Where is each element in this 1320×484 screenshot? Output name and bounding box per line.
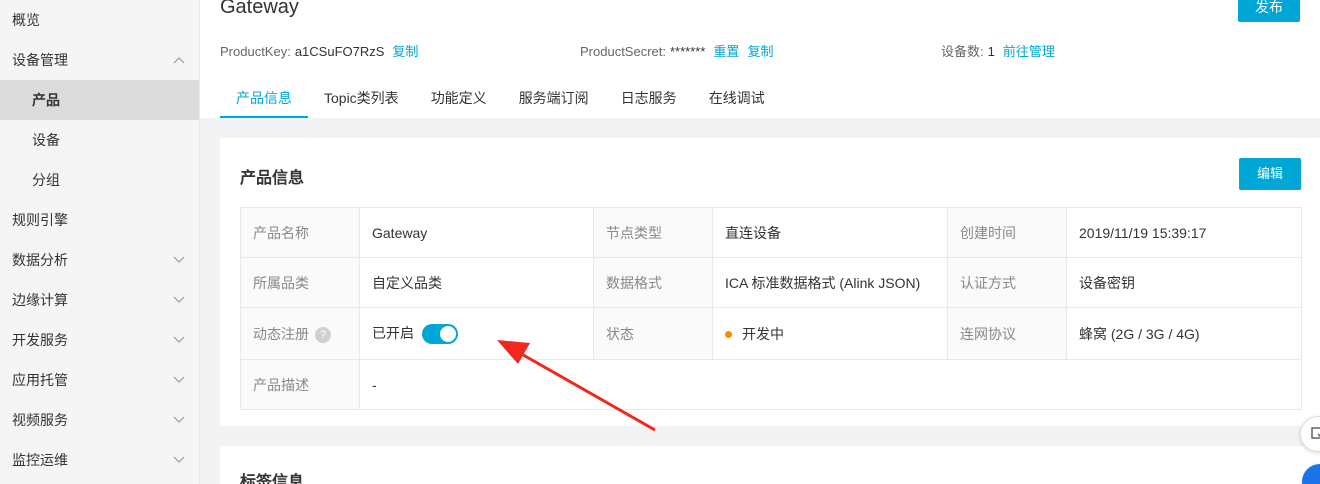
sidebar-item-dev-services[interactable]: 开发服务 bbox=[0, 320, 199, 360]
tab-log-service[interactable]: 日志服务 bbox=[605, 80, 693, 118]
device-count-value: 1 bbox=[987, 44, 995, 59]
sidebar-item-data-analysis[interactable]: 数据分析 bbox=[0, 240, 199, 280]
sidebar-item-product[interactable]: 产品 bbox=[0, 80, 199, 120]
sidebar-item-label: 监控运维 bbox=[12, 452, 68, 468]
device-count: 设备数: 1 前往管理 bbox=[941, 44, 1055, 60]
tab-function-definition[interactable]: 功能定义 bbox=[415, 80, 503, 118]
field-label: 动态注册 bbox=[253, 325, 309, 342]
device-count-label: 设备数: bbox=[941, 44, 984, 59]
sidebar-item-label: 数据分析 bbox=[12, 252, 68, 268]
main-content: Gateway 发布 ProductKey: a1CSuFO7RzS 复制 Prod… bbox=[200, 0, 1320, 484]
sidebar-item-label: 设备管理 bbox=[12, 52, 68, 68]
sidebar-item-label: 边缘计算 bbox=[12, 292, 68, 308]
field-label: 产品名称 bbox=[240, 207, 360, 258]
field-label: 所属品类 bbox=[240, 257, 360, 308]
publish-button[interactable]: 发布 bbox=[1238, 0, 1300, 22]
field-value: 已开启 bbox=[372, 324, 414, 341]
sidebar-item-overview[interactable]: 概览 bbox=[0, 0, 199, 40]
sidebar-item-video-services[interactable]: 视频服务 bbox=[0, 400, 199, 440]
sidebar-item-app-hosting[interactable]: 应用托管 bbox=[0, 360, 199, 400]
goto-manage-link[interactable]: 前往管理 bbox=[1003, 44, 1055, 59]
section-title: 标签信息 bbox=[240, 474, 305, 484]
field-label: 数据格式 bbox=[593, 257, 713, 308]
field-label-dynamic-registration: 动态注册? bbox=[240, 307, 360, 360]
sidebar: 概览 设备管理 产品 设备 分组 规则引擎 数据分析 边缘计算 开发服务 应用托… bbox=[0, 0, 200, 484]
chevron-down-icon bbox=[171, 280, 187, 320]
dynamic-registration-toggle[interactable] bbox=[422, 324, 458, 345]
reset-secret-link[interactable]: 重置 bbox=[713, 44, 739, 59]
sidebar-item-monitoring[interactable]: 监控运维 bbox=[0, 440, 199, 480]
field-label: 节点类型 bbox=[593, 207, 713, 258]
sidebar-item-label: 产品 bbox=[32, 92, 60, 108]
sidebar-item-edge-computing[interactable]: 边缘计算 bbox=[0, 280, 199, 320]
field-value-status: 开发中 bbox=[712, 307, 948, 360]
copy-product-key-link[interactable]: 复制 bbox=[392, 44, 418, 59]
section-title: 产品信息 bbox=[240, 170, 305, 187]
edit-button[interactable]: 编辑 bbox=[1239, 158, 1301, 190]
sidebar-item-rule-engine[interactable]: 规则引擎 bbox=[0, 200, 199, 240]
tag-info-card: 标签信息 bbox=[220, 446, 1320, 484]
sidebar-item-label: 设备 bbox=[32, 132, 60, 148]
field-value: ICA 标准数据格式 (Alink JSON) bbox=[712, 257, 948, 308]
field-value-dynamic-registration: 已开启 bbox=[359, 307, 594, 360]
table-row: 产品描述 - bbox=[240, 359, 1302, 410]
copy-secret-link[interactable]: 复制 bbox=[747, 44, 773, 59]
product-info-card: 产品信息 编辑 产品名称 Gateway 节点类型 直连设备 创建时间 2019… bbox=[220, 138, 1320, 426]
sidebar-item-label: 视频服务 bbox=[12, 412, 68, 428]
sidebar-item-label: 应用托管 bbox=[12, 372, 68, 388]
chevron-down-icon bbox=[171, 320, 187, 360]
field-label: 连网协议 bbox=[947, 307, 1067, 360]
product-secret-value: ******* bbox=[670, 44, 706, 59]
tab-online-debug[interactable]: 在线调试 bbox=[693, 80, 781, 118]
product-key-value: a1CSuFO7RzS bbox=[294, 44, 385, 59]
product-info-table: 产品名称 Gateway 节点类型 直连设备 创建时间 2019/11/19 1… bbox=[240, 207, 1302, 410]
field-value: 蜂窝 (2G / 3G / 4G) bbox=[1066, 307, 1302, 360]
product-key-label: ProductKey: bbox=[220, 44, 291, 59]
field-value: 自定义品类 bbox=[359, 257, 594, 308]
product-secret: ProductSecret: ******* 重置 复制 bbox=[580, 44, 773, 60]
sidebar-item-label: 概览 bbox=[12, 12, 40, 28]
sidebar-item-device[interactable]: 设备 bbox=[0, 120, 199, 160]
product-header: Gateway 发布 ProductKey: a1CSuFO7RzS 复制 Prod… bbox=[200, 0, 1320, 118]
field-value: Gateway bbox=[359, 207, 594, 258]
sidebar-item-device-management[interactable]: 设备管理 bbox=[0, 40, 199, 80]
sidebar-item-label: 分组 bbox=[32, 172, 60, 188]
tab-server-subscription[interactable]: 服务端订阅 bbox=[503, 80, 605, 118]
field-value: 2019/11/19 15:39:17 bbox=[1066, 207, 1302, 258]
field-label: 认证方式 bbox=[947, 257, 1067, 308]
field-label: 产品描述 bbox=[240, 359, 360, 410]
table-row: 所属品类 自定义品类 数据格式 ICA 标准数据格式 (Alink JSON) … bbox=[240, 257, 1302, 308]
chevron-down-icon bbox=[171, 360, 187, 400]
product-secret-label: ProductSecret: bbox=[580, 44, 666, 59]
product-key: ProductKey: a1CSuFO7RzS 复制 bbox=[220, 44, 418, 60]
field-value: - bbox=[359, 359, 1302, 410]
field-label: 状态 bbox=[593, 307, 713, 360]
tab-topic-list[interactable]: Topic类列表 bbox=[308, 80, 415, 118]
field-value: 设备密钥 bbox=[1066, 257, 1302, 308]
status-badge: 开发中 bbox=[742, 325, 784, 342]
product-tabs: 产品信息 Topic类列表 功能定义 服务端订阅 日志服务 在线调试 bbox=[220, 80, 781, 118]
tab-product-info[interactable]: 产品信息 bbox=[220, 80, 308, 118]
field-label: 创建时间 bbox=[947, 207, 1067, 258]
chevron-down-icon bbox=[171, 400, 187, 440]
sidebar-item-group[interactable]: 分组 bbox=[0, 160, 199, 200]
status-dot-icon bbox=[725, 331, 732, 339]
field-value: 直连设备 bbox=[712, 207, 948, 258]
sidebar-item-label: 开发服务 bbox=[12, 332, 68, 348]
sidebar-item-label: 规则引擎 bbox=[12, 212, 68, 228]
chevron-down-icon bbox=[171, 240, 187, 280]
chevron-down-icon bbox=[171, 440, 187, 480]
table-row: 产品名称 Gateway 节点类型 直连设备 创建时间 2019/11/19 1… bbox=[240, 207, 1302, 258]
chevron-up-icon bbox=[171, 40, 187, 80]
help-icon[interactable]: ? bbox=[315, 326, 331, 343]
page-title: Gateway bbox=[220, 0, 299, 18]
table-row: 动态注册? 已开启 状态 开发中 连网协议 蜂窝 (2G / 3G / 4G) bbox=[240, 307, 1302, 360]
